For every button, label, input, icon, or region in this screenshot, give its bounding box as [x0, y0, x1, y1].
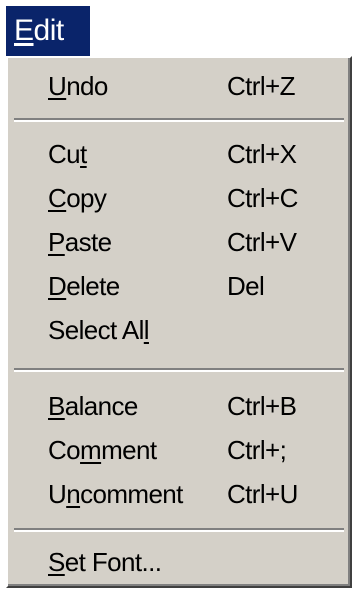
balance-shortcut: Ctrl+B — [227, 391, 297, 421]
delete-label: Delete — [48, 271, 120, 301]
edit-accelerator: E — [14, 14, 34, 47]
menu-separator — [14, 118, 344, 122]
uncomment-label: Uncomment — [48, 479, 183, 509]
edit-title-rest: dit — [33, 14, 65, 47]
undo-label: Undo — [48, 71, 108, 101]
delete-shortcut: Del — [227, 271, 265, 301]
menu-item-uncomment[interactable]: Uncomment Ctrl+U — [8, 472, 350, 516]
menu-item-cut[interactable]: Cut Ctrl+X — [8, 132, 350, 176]
menu-separator — [14, 528, 344, 532]
paste-shortcut: Ctrl+V — [227, 227, 297, 257]
cut-label: Cut — [48, 139, 87, 169]
copy-shortcut: Ctrl+C — [227, 183, 298, 213]
comment-shortcut: Ctrl+; — [227, 435, 287, 465]
edit-dropdown-menu: Undo Ctrl+Z Cut Ctrl+X Copy Ctrl+C Paste… — [6, 56, 352, 588]
menu-item-copy[interactable]: Copy Ctrl+C — [8, 176, 350, 220]
menu-item-select-all[interactable]: Select All — [8, 308, 350, 352]
menu-item-paste[interactable]: Paste Ctrl+V — [8, 220, 350, 264]
undo-shortcut: Ctrl+Z — [227, 71, 296, 101]
select-all-label: Select All — [48, 315, 150, 345]
menu-item-comment[interactable]: Comment Ctrl+; — [8, 428, 350, 472]
copy-label: Copy — [48, 183, 107, 213]
menu-item-balance[interactable]: Balance Ctrl+B — [8, 384, 350, 428]
paste-label: Paste — [48, 227, 112, 257]
set-font-label: Set Font... — [48, 547, 162, 577]
balance-label: Balance — [48, 391, 138, 421]
edit-menu-title[interactable]: Edit — [6, 6, 90, 56]
menu-item-delete[interactable]: Delete Del — [8, 264, 350, 308]
comment-label: Comment — [48, 435, 157, 465]
cut-shortcut: Ctrl+X — [227, 139, 297, 169]
menu-separator — [14, 368, 344, 372]
menu-item-undo[interactable]: Undo Ctrl+Z — [8, 64, 350, 108]
menu-item-set-font[interactable]: Set Font... — [8, 540, 350, 584]
uncomment-shortcut: Ctrl+U — [227, 479, 298, 509]
